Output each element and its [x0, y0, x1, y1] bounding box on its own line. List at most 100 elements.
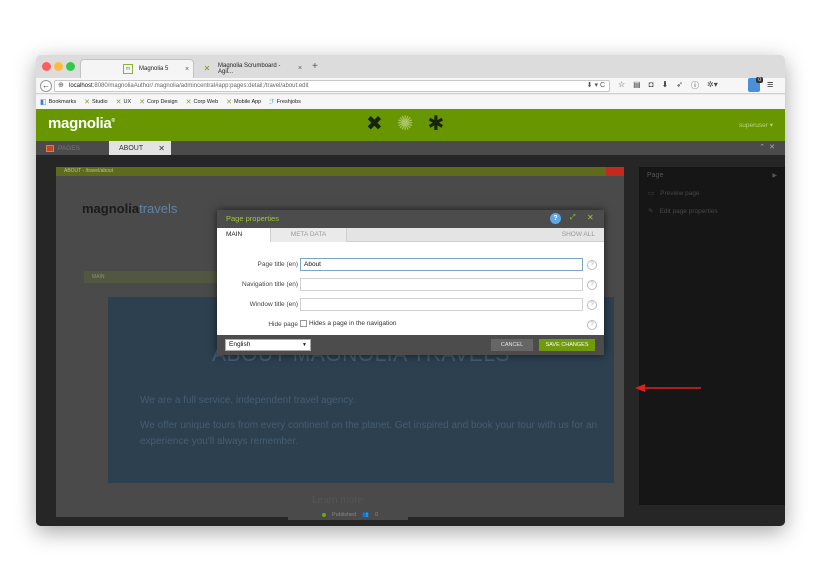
chevron-down-icon: ▼: [302, 342, 307, 348]
window-title-row: Window title (en) ?: [217, 298, 604, 312]
tab-show-all[interactable]: SHOW ALL: [562, 228, 595, 242]
navigation-title-label: Navigation title (en): [242, 281, 298, 288]
info-icon[interactable]: ⓘ: [691, 80, 699, 91]
bookmark-corp-web[interactable]: ✕ Corp Web: [186, 98, 219, 106]
close-tab-icon[interactable]: ×: [294, 65, 306, 72]
bookmark-label: Studio: [92, 99, 108, 105]
extension-icon[interactable]: 0: [748, 77, 763, 92]
navigation-title-input[interactable]: [300, 278, 583, 291]
download-icon[interactable]: ⬇: [662, 80, 669, 91]
favorites-icon[interactable]: ✱: [428, 114, 445, 134]
url-path: :8080/magnoliaAuthor/.magnolia/admincent…: [92, 83, 309, 89]
hide-page-checkbox[interactable]: [300, 320, 307, 327]
bookmark-studio[interactable]: ✕ Studio: [84, 98, 107, 106]
action-preview-page[interactable]: ▭ Preview page: [648, 189, 700, 198]
preview-icon: ▭: [648, 190, 655, 197]
help-icon[interactable]: ?: [587, 280, 597, 290]
browser-tab-label: Magnolia 5: [139, 66, 169, 72]
addon-icon[interactable]: ✲▾: [707, 80, 718, 91]
hide-page-checkbox-wrap[interactable]: Hides a page in the navigation: [300, 320, 396, 327]
save-changes-button[interactable]: SAVE CHANGES: [539, 339, 595, 351]
bookmark-label: Corp Web: [193, 99, 219, 105]
published-status-icon: [322, 513, 326, 517]
hide-page-checkbox-text: Hides a page in the navigation: [309, 320, 397, 327]
browser-tab-scrumboard[interactable]: ✕ Magnolia Scrumboard - Agil... ×: [196, 59, 306, 78]
user-menu[interactable]: superuser ▾: [739, 121, 773, 129]
browser-tab-label: Magnolia Scrumboard - Agil...: [218, 62, 281, 75]
magnolia-icon: ✕: [226, 99, 233, 106]
pocket-icon[interactable]: ◘: [649, 80, 654, 91]
send-icon[interactable]: ➶: [676, 80, 683, 91]
new-tab-button[interactable]: +: [312, 61, 318, 72]
help-icon[interactable]: ?: [587, 320, 597, 330]
bookmarks-icon: ◧: [40, 99, 47, 106]
hide-page-row: Hide page Hides a page in the navigation…: [217, 318, 604, 332]
site-logo: magnoliatravels: [82, 201, 177, 216]
magnolia-icon: ✕: [115, 99, 122, 106]
bookmark-corp-design[interactable]: ✕ Corp Design: [139, 98, 177, 106]
language-value: English: [229, 341, 251, 348]
close-window-button[interactable]: [42, 62, 51, 71]
tab-about[interactable]: ABOUT ✕: [109, 141, 171, 155]
zoom-window-button[interactable]: [66, 62, 75, 71]
url-bar[interactable]: ⊕ localhost:8080/magnoliaAuthor/.magnoli…: [54, 80, 610, 92]
bookmark-ux[interactable]: ✕ UX: [116, 98, 132, 106]
hide-page-label: Hide page: [268, 321, 298, 328]
help-icon[interactable]: ?: [587, 260, 597, 270]
logo-text: magnolia: [48, 115, 112, 132]
action-edit-page-properties[interactable]: ✎ Edit page properties: [648, 207, 718, 216]
app-launcher-icon[interactable]: ✖: [366, 114, 383, 134]
bookmarks-bar: ◧ Bookmarks ✕ Studio ✕ UX ✕ Corp Design ✕ Cor…: [36, 95, 785, 109]
toolbar-icons: ☆ ▤ ◘ ⬇ ➶ ⓘ ✲▾: [618, 80, 718, 91]
status-count: 0: [375, 512, 379, 518]
reading-list-icon[interactable]: ▤: [633, 80, 641, 91]
action-panel-title: Page: [647, 172, 664, 179]
magnolia-app: magnolia® ✖ ✺ ✱ superuser ▾ PAGES ABOUT …: [36, 109, 785, 526]
browser-tab-magnolia[interactable]: m Magnolia 5 ×: [80, 59, 194, 78]
tab-pages[interactable]: PAGES: [46, 143, 80, 153]
close-icon[interactable]: ✕: [158, 144, 165, 153]
tab-main[interactable]: MAIN: [217, 228, 270, 242]
bookmark-label: UX: [123, 99, 132, 105]
page-title-label: Page title (en): [257, 261, 298, 268]
collapse-icon[interactable]: ▶: [772, 172, 777, 179]
action-label: Preview page: [660, 189, 700, 197]
freshjobs-icon: ℱ: [269, 99, 275, 106]
cancel-button[interactable]: CANCEL: [491, 339, 533, 351]
star-icon[interactable]: ☆: [618, 80, 625, 91]
page-title-row: Page title (en) About ?: [217, 258, 604, 272]
annotation-arrow: [635, 384, 701, 392]
reload-icon[interactable]: ⬇ ▾ C: [587, 81, 605, 91]
fullscreen-close-controls[interactable]: ⌃✕: [759, 143, 779, 151]
pages-app-icon: [46, 144, 54, 152]
minimize-window-button[interactable]: [54, 62, 63, 71]
close-icon[interactable]: ✕: [587, 213, 594, 222]
hero-text: We offer unique tours from every contine…: [140, 420, 598, 447]
magnolia-icon: ✕: [185, 99, 192, 106]
bookmark-freshjobs[interactable]: ℱ Freshjobs: [269, 98, 301, 106]
bookmark-bookmarks[interactable]: ◧ Bookmarks: [40, 98, 76, 106]
language-select[interactable]: English ▼: [225, 339, 311, 351]
page-title-input[interactable]: About: [300, 258, 583, 271]
pulse-icon[interactable]: ✺: [397, 114, 414, 134]
tab-meta-data[interactable]: META DATA: [270, 228, 347, 242]
hamburger-menu-icon[interactable]: ≡: [767, 79, 773, 91]
preview-status-marker: [606, 167, 624, 176]
dialog-tabs: MAIN META DATA SHOW ALL: [217, 228, 604, 242]
bookmark-label: Corp Design: [147, 99, 178, 105]
close-tab-icon[interactable]: ×: [181, 66, 193, 73]
help-icon[interactable]: ?: [587, 300, 597, 310]
expand-icon[interactable]: ⤢: [570, 214, 576, 222]
action-label: Edit page properties: [659, 207, 718, 215]
bookmark-label: Mobile App: [234, 99, 262, 105]
app-tabs: PAGES ABOUT ✕ ⌃✕: [36, 141, 785, 155]
window-title-input[interactable]: [300, 298, 583, 311]
browser-window: m Magnolia 5 × ✕ Magnolia Scrumboard - A…: [36, 55, 785, 526]
magnolia-icon: ✕: [84, 99, 91, 106]
url-host: localhost: [69, 83, 93, 89]
bookmark-mobile-app[interactable]: ✕ Mobile App: [226, 98, 261, 106]
site-logo-main: magnolia: [82, 201, 140, 216]
help-icon[interactable]: ?: [550, 213, 561, 224]
back-button[interactable]: ←: [40, 80, 52, 92]
hero-text: We are a full service, independent trave…: [140, 395, 356, 406]
